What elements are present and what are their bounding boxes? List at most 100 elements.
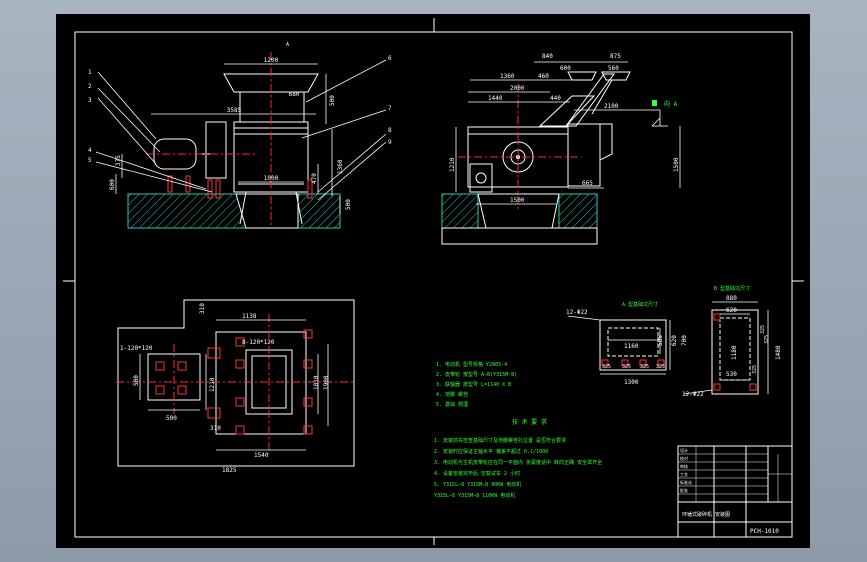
dimension-label: 875 [610, 53, 621, 60]
dimension-label: 325 [640, 364, 649, 370]
title-block-row: 校对 [680, 455, 688, 461]
dimension-label: 440 [550, 95, 561, 102]
title-block-row: 设计 [680, 447, 688, 453]
tech-req-title: 技 术 要 求 [512, 418, 547, 426]
dimension-label: 310 [210, 425, 221, 432]
part-callout: 5 [88, 157, 92, 164]
dimension-label: 1180 [731, 345, 738, 360]
tech-req-line: 4. 设备安装完毕后 空载试车 2 小时 [434, 470, 520, 477]
dimension-label: 2100 [604, 103, 619, 110]
dimension-label: 560 [608, 65, 619, 72]
side-discharge-chute [567, 123, 601, 187]
dimension-label: 530 [726, 371, 737, 378]
dimension-label: 1825 [222, 467, 237, 474]
dimension-label: 1900 [323, 375, 330, 390]
dimension-label: 620 [726, 307, 737, 314]
dimension-label: 665 [582, 180, 593, 187]
dimension-label: 600 [560, 65, 571, 72]
dimension-label: 1138 [242, 313, 257, 320]
dimension-label: 325 [760, 325, 766, 334]
dimension-label: 700 [681, 335, 688, 346]
plan-view [116, 299, 356, 467]
title-block [677, 445, 793, 538]
parts-note: 3. 联轴器 按型号 L=1140 X B [436, 381, 511, 388]
dimension-label: 310 [199, 303, 206, 314]
dimension-label: 500 [133, 375, 140, 386]
dimension-label: 880 [726, 295, 737, 302]
dimension-label: 1500 [673, 157, 680, 172]
dimension-label: 12-Φ22 [682, 391, 704, 398]
tech-req-line: 1. 安装前先检查基础尺寸及地脚螺栓孔位置 是否符合要求 [434, 437, 566, 444]
drawing-number: PCH-1010 [750, 528, 779, 535]
dimension-label: 325 [764, 335, 770, 344]
dimension-label: 1210 [209, 377, 216, 392]
dimension-label: 1-120*120 [120, 345, 153, 352]
side-view [441, 61, 681, 245]
dimension-label: 1540 [254, 452, 269, 459]
title-block-row: 批准 [680, 487, 688, 493]
drawing-canvas: 1200 3585 500 1000 375 600 1360 470 680 500 A 1 2 3 4 5… [63, 18, 804, 545]
dimension-label: A [286, 42, 289, 48]
part-callout: 9 [388, 139, 392, 146]
dimension-label: 1000 [264, 175, 279, 182]
dimension-label: 470 [311, 173, 318, 184]
dimension-label: 1500 [510, 197, 525, 204]
dimension-label: 500 [166, 415, 177, 422]
dimension-label: 620 [671, 335, 678, 346]
dimension-label: 12-Φ22 [566, 309, 588, 316]
side-foundation-hatch-right [558, 193, 598, 229]
title-block-row: 标准化 [680, 479, 692, 485]
cad-viewport[interactable]: 1200 3585 500 1000 375 600 1360 470 680 500 A 1 2 3 4 5… [0, 0, 867, 562]
drawing-title: 环锤式破碎机 安装图 [682, 511, 730, 518]
part-callout: 6 [388, 55, 392, 62]
front-pulley [205, 121, 227, 179]
dimension-label: 680 [289, 91, 300, 98]
dimension-label: 325 [602, 364, 611, 370]
dimension-label: 1160 [624, 343, 639, 350]
dimension-label: 840 [542, 53, 553, 60]
tech-req-line: Y315L—8 Y315M—8 110KW 电动机 [434, 492, 515, 499]
part-callout: 7 [388, 105, 392, 112]
dimension-label: 375 [115, 155, 122, 166]
dimension-label: 1300 [624, 379, 639, 386]
side-foundation-hatch-left [441, 193, 479, 229]
dimension-label: 1210 [449, 157, 456, 172]
dimension-label: 325 [622, 364, 631, 370]
dimension-label: 325 [656, 364, 665, 370]
dimension-label: 500 [329, 95, 336, 106]
part-callout: 8 [388, 127, 392, 134]
dimension-label: 1480 [775, 345, 782, 360]
dimension-label: 460 [538, 73, 549, 80]
dimension-label: 325 [752, 365, 758, 374]
part-callout: 3 [88, 97, 92, 104]
detail-title: A 型基础坑尺寸 [622, 301, 658, 308]
dimension-label: 1360 [337, 159, 344, 174]
detail-title: B 型基础坑尺寸 [714, 285, 750, 292]
dimension-label: 600 [109, 179, 116, 190]
part-callout: 4 [88, 147, 92, 154]
drawing-sheet: 1200 3585 500 1000 375 600 1360 470 680 500 A 1 2 3 4 5… [56, 14, 810, 548]
dimension-label: 1360 [500, 73, 515, 80]
pit-detail-a [567, 315, 671, 375]
title-block-row: 工艺 [680, 472, 688, 477]
view-label: 向 A [664, 100, 678, 108]
dimension-label: 3585 [227, 107, 242, 114]
dimension-label: 500 [345, 199, 352, 210]
parts-note: 1. 电动机 型号规格 Y280S-4 [436, 361, 507, 368]
side-motor [469, 163, 493, 193]
part-callout: 2 [88, 83, 92, 90]
front-view [95, 52, 387, 229]
dimension-label: 1810 [313, 375, 320, 390]
parts-note: 4. 地脚 螺栓 [436, 391, 468, 398]
dimension-label: 1200 [264, 57, 279, 64]
pit-detail-b [683, 301, 769, 395]
parts-note: 5. 基础 预埋 [436, 401, 468, 408]
dimension-label: 2000 [510, 85, 525, 92]
tech-req-line: 3. 电动机与主机皮带轮应在同一平面内 张紧度适中 转向正确 安全罩齐全 [434, 459, 602, 466]
title-block-row: 审核 [680, 463, 688, 469]
dimension-label: 586 [657, 335, 664, 346]
parts-note: 2. 皮带轮 按型号 A—B(Y315M-8) [436, 371, 517, 378]
tech-req-line: 5. Y315L—8 Y315M—8 90KW 电动机 [434, 481, 521, 488]
dimension-label: 1440 [488, 95, 503, 102]
part-callout: 1 [88, 69, 92, 76]
